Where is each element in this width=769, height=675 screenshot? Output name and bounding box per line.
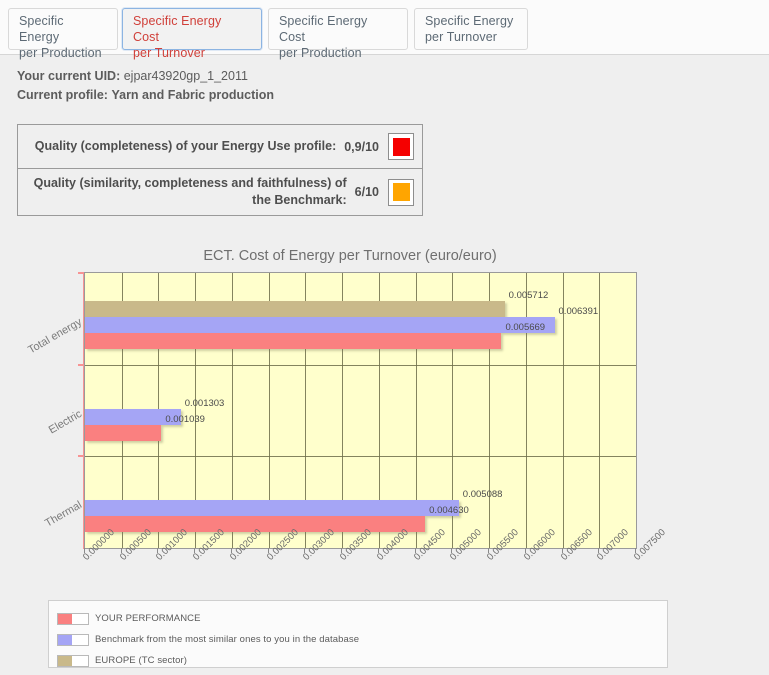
- profile-label: Current profile:: [17, 88, 108, 102]
- legend-item-label: YOUR PERFORMANCE: [95, 613, 201, 624]
- quality-score: 6/10: [354, 185, 379, 199]
- tab-specific-energy-cost-per-production[interactable]: Specific Energy Cost per Production: [268, 8, 408, 60]
- chart-bar: [85, 316, 555, 333]
- legend-item-label: Benchmark from the most similar ones to …: [95, 634, 360, 645]
- chart-category-label: Thermal: [43, 499, 84, 530]
- chart-bar-value-label: 0.001039: [165, 413, 205, 425]
- quality-row-benchmark: Quality (similarity, completeness and fa…: [18, 169, 422, 215]
- chart-bar-value-label: 0.005712: [508, 289, 549, 301]
- legend-item: Benchmark from the most similar ones to …: [57, 630, 667, 649]
- chart-y-tick-mark: [78, 272, 84, 274]
- legend-item: YOUR PERFORMANCE: [57, 609, 667, 628]
- chart-bar: [85, 424, 162, 441]
- uid-line: Your current UID: ejpar43920gp_1_2011: [17, 67, 517, 86]
- tab-specific-energy-per-production[interactable]: Specific Energy per Production: [8, 8, 118, 60]
- quality-indicator-orange: [388, 178, 414, 206]
- chart-gridline: [85, 364, 636, 366]
- chart-gridline: [525, 273, 527, 548]
- chart-title: ECT. Cost of Energy per Turnover (euro/e…: [203, 248, 497, 264]
- chart-gridline: [636, 273, 637, 548]
- chart-bar-value-label: 0.005088: [462, 489, 503, 501]
- chart-bar-value-label: 0.004630: [429, 505, 469, 517]
- legend-color-swatch: [57, 654, 89, 667]
- tab-specific-energy-cost-per-turnover[interactable]: Specific Energy Cost per Turnover: [122, 8, 262, 60]
- chart-container: ECT. Cost of Energy per Turnover (euro/e…: [0, 236, 769, 596]
- tab-bar: Specific Energy per Production Specific …: [0, 0, 769, 60]
- legend-color-swatch: [57, 633, 89, 646]
- profile-info: Your current UID: ejpar43920gp_1_2011 Cu…: [17, 67, 517, 105]
- chart-bar-value-label: 0.006391: [558, 305, 599, 317]
- uid-label: Your current UID:: [17, 69, 121, 83]
- chart-category-label: Electric: [46, 407, 84, 436]
- legend-item-label: EUROPE (TC sector): [95, 655, 188, 666]
- quality-row-energy-use-profile: Quality (completeness) of your Energy Us…: [18, 125, 422, 169]
- chart-gridline: [599, 273, 601, 548]
- tab-specific-energy-per-turnover[interactable]: Specific Energy per Turnover: [414, 8, 528, 50]
- legend-item: EUROPE (TC sector): [57, 651, 667, 670]
- chart-bar-value-label: 0.005669: [505, 321, 546, 333]
- quality-indicator-red: [388, 133, 414, 160]
- quality-label: Quality (similarity, completeness and fa…: [33, 176, 347, 207]
- quality-score: 0,9/10: [344, 139, 379, 154]
- chart-y-tick-mark: [78, 455, 84, 458]
- chart-legend: YOUR PERFORMANCE Benchmark from the most …: [48, 600, 668, 668]
- chart-x-tick-label: 0.007500: [632, 526, 668, 563]
- uid-value: ejpar43920gp_1_2011: [123, 69, 248, 83]
- quality-label: Quality (completeness) of your Energy Us…: [34, 139, 337, 153]
- chart-bar-value-label: 0.001303: [184, 397, 225, 409]
- legend-color-swatch: [57, 612, 89, 625]
- chart-y-tick-mark: [78, 363, 84, 366]
- chart-bar: [85, 332, 502, 349]
- chart-bar: [85, 500, 459, 517]
- profile-line: Current profile: Yarn and Fabric product…: [17, 86, 517, 105]
- profile-value: Yarn and Fabric production: [111, 88, 274, 102]
- chart-plot-area: 0.005712 0.006391 0.001303 0.005088 0.005669…: [84, 272, 637, 549]
- chart-bar: [85, 300, 505, 317]
- chart-category-label: Total energy: [26, 315, 84, 357]
- chart-gridline: [85, 456, 636, 458]
- quality-panel: Quality (completeness) of your Energy Us…: [17, 124, 423, 216]
